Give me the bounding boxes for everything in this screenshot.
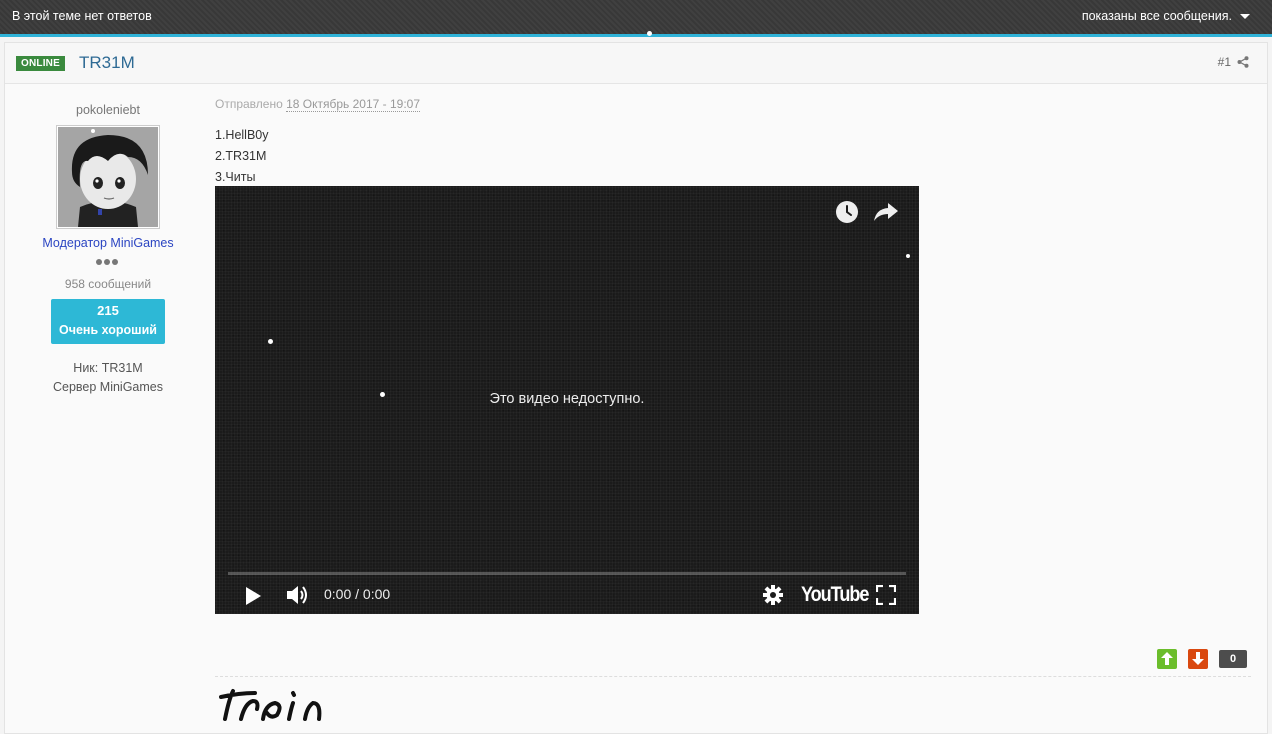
author-nick: Ник: TR31M bbox=[73, 361, 143, 375]
post-number[interactable]: #1 bbox=[1218, 55, 1249, 69]
clock-icon[interactable] bbox=[835, 200, 859, 227]
fullscreen-icon[interactable] bbox=[875, 584, 897, 608]
post-line: 2.TR31M bbox=[215, 149, 267, 163]
post-author-link[interactable]: TR31M bbox=[79, 53, 135, 73]
reputation-value: 215 bbox=[97, 303, 119, 318]
online-badge: ONLINE bbox=[16, 56, 65, 71]
avatar-image bbox=[58, 127, 158, 227]
author-server: Сервер MiniGames bbox=[52, 380, 164, 394]
author-group: Модератор MiniGames bbox=[42, 236, 174, 250]
video-unavailable-message: Это видео недоступно. bbox=[489, 391, 645, 407]
play-icon[interactable] bbox=[244, 586, 262, 609]
posted-prefix: Отправлено bbox=[215, 97, 283, 111]
post-line: 1.HellB0y bbox=[215, 128, 269, 142]
topic-topbar: В этой теме нет ответов показаны все соо… bbox=[0, 0, 1272, 37]
post-filter-label: показаны все сообщения. bbox=[1081, 9, 1232, 23]
vote-count: 0 bbox=[1219, 650, 1247, 668]
video-progress-bar[interactable] bbox=[228, 572, 906, 575]
vote-up-button[interactable] bbox=[1157, 649, 1177, 669]
post-body: 1.HellB0y 2.TR31M 3.Читы bbox=[215, 125, 269, 188]
avatar[interactable] bbox=[56, 125, 160, 229]
caret-down-icon bbox=[1240, 14, 1250, 19]
embedded-video-player[interactable]: Это видео недоступно. 0:00 / 0:00 YouTub… bbox=[215, 186, 919, 614]
post-header: ONLINE TR31M #1 bbox=[5, 43, 1267, 84]
author-post-count: 958 сообщений bbox=[64, 277, 152, 291]
vote-down-button[interactable] bbox=[1188, 649, 1208, 669]
youtube-logo[interactable]: YouTube bbox=[801, 583, 869, 607]
decorative-dot bbox=[647, 31, 652, 36]
reputation-badge: 215 Очень хороший bbox=[51, 299, 165, 344]
decorative-dot bbox=[906, 254, 910, 258]
decorative-dot bbox=[268, 339, 273, 344]
post-line: 3.Читы bbox=[215, 170, 256, 184]
post-number-label: #1 bbox=[1217, 55, 1231, 69]
post-filter-dropdown[interactable]: показаны все сообщения. bbox=[1082, 9, 1250, 23]
signature-image bbox=[219, 679, 359, 724]
signature-divider bbox=[215, 676, 1251, 677]
rank-pips bbox=[96, 259, 118, 265]
reputation-label: Очень хороший bbox=[59, 323, 157, 337]
decorative-dot bbox=[380, 392, 385, 397]
posted-date: 18 Октябрь 2017 - 19:07 bbox=[286, 97, 421, 112]
volume-icon[interactable] bbox=[286, 584, 310, 609]
video-time: 0:00 / 0:00 bbox=[324, 586, 391, 602]
share-icon[interactable] bbox=[1237, 56, 1249, 68]
author-username: pokoleniebt bbox=[76, 103, 140, 117]
gear-icon[interactable] bbox=[763, 585, 783, 608]
forum-post: ONLINE TR31M #1 pokoleniebt Модератор Mi… bbox=[4, 42, 1268, 734]
decorative-dot bbox=[91, 129, 95, 133]
posted-line: Отправлено 18 Октябрь 2017 - 19:07 bbox=[215, 97, 421, 112]
share-arrow-icon[interactable] bbox=[873, 202, 899, 225]
topic-status-text: В этой теме нет ответов bbox=[12, 9, 152, 23]
